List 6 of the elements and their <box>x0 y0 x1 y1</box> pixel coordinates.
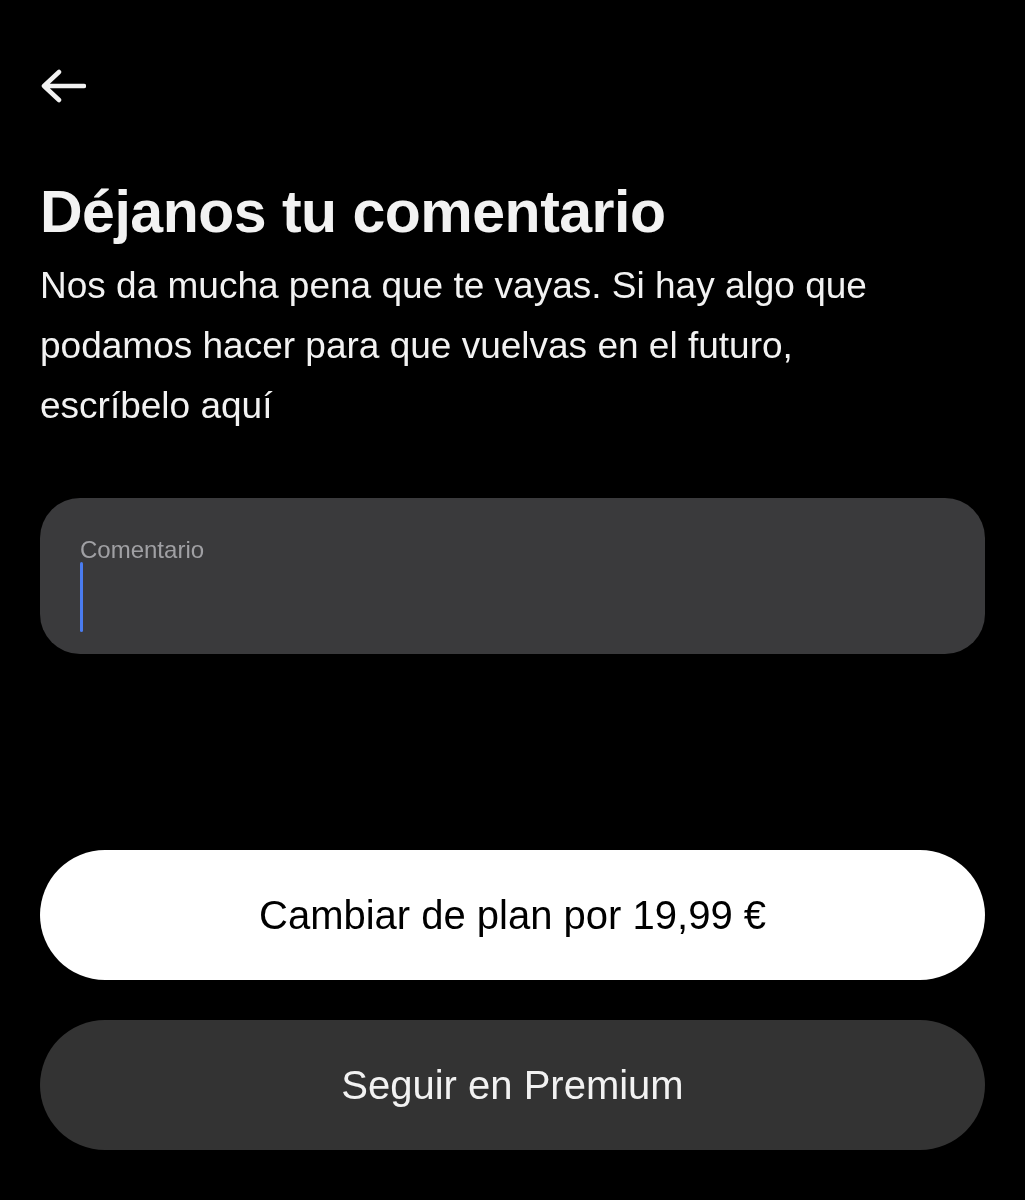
change-plan-button[interactable]: Cambiar de plan por 19,99 € <box>40 850 985 980</box>
back-icon <box>40 69 86 103</box>
stay-button[interactable]: Seguir en Premium <box>40 1020 985 1150</box>
page-title: Déjanos tu comentario <box>40 178 667 247</box>
comment-field[interactable]: Comentario <box>40 498 985 654</box>
description-text: Nos da mucha pena que te vayas. Si hay algo que podamos hacer para que vuelvas en el futuro, escríbelo aquí <box>40 264 868 428</box>
